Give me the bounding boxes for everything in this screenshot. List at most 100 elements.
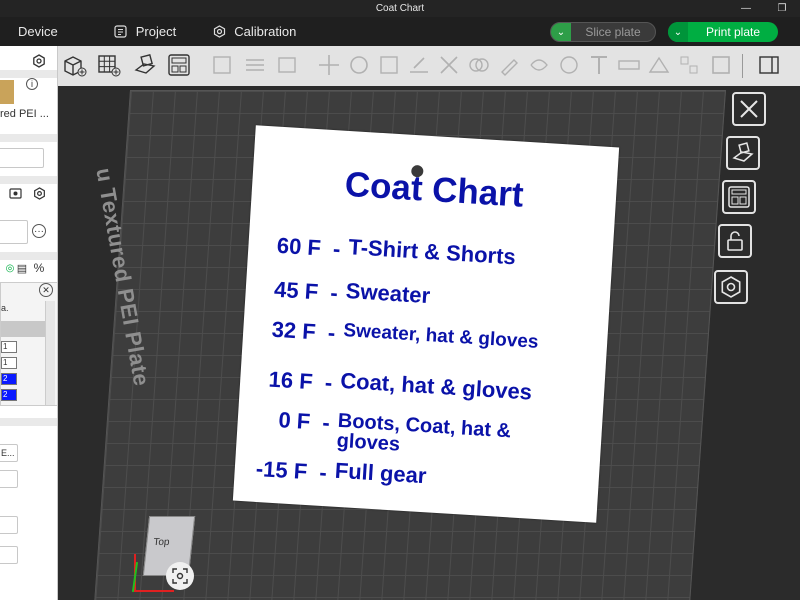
emboss-button[interactable] <box>644 50 674 80</box>
cut-button[interactable] <box>434 50 464 80</box>
filament-sync-icon[interactable] <box>8 186 22 200</box>
layers-icon <box>246 59 264 71</box>
slice-plate-label: Slice plate <box>585 25 641 39</box>
more-options-icon[interactable]: ··· <box>32 224 46 238</box>
filament-select-field[interactable] <box>0 220 28 244</box>
cut-icon <box>440 56 458 74</box>
object-list-icon[interactable]: ▤ <box>16 262 28 275</box>
close-icon[interactable]: ✕ <box>39 283 53 297</box>
window-title: Coat Chart <box>375 3 425 14</box>
process-field-2[interactable] <box>0 516 18 534</box>
fit-button[interactable] <box>706 50 736 80</box>
assembly-button[interactable] <box>674 50 704 80</box>
filament-table-header: a. <box>1 303 9 313</box>
slice-dropdown-chevron-icon[interactable]: ⌄ <box>551 23 571 41</box>
filament-table: ✕ a. 1 1 2 2 <box>0 282 57 406</box>
process-preset-field[interactable]: E... <box>0 444 18 462</box>
auto-orient-icon <box>732 142 754 162</box>
emboss-icon <box>648 56 670 73</box>
auto-orient-side-button[interactable] <box>726 136 760 170</box>
arrange-button[interactable] <box>164 50 194 80</box>
divider <box>0 70 57 78</box>
row-clothing: Boots, Coat, hat & gloves <box>336 409 512 456</box>
add-object-icon <box>64 56 87 77</box>
lock-button[interactable] <box>718 224 752 258</box>
lay-on-face-button[interactable] <box>404 50 434 80</box>
table-scrollbar[interactable] <box>45 301 55 405</box>
text-button[interactable] <box>584 50 614 80</box>
process-field-1[interactable] <box>0 470 18 488</box>
plate-type-text: red PEI ... <box>0 108 49 120</box>
nozzle-field[interactable] <box>0 148 44 168</box>
assembly-icon <box>680 56 698 74</box>
filament-settings-gear-icon[interactable] <box>32 186 46 200</box>
seam-button[interactable] <box>524 50 554 80</box>
settings-button[interactable] <box>714 270 748 304</box>
row-temperature: 60 F - <box>276 232 342 262</box>
delete-button[interactable] <box>732 92 766 126</box>
scale-icon <box>380 56 398 74</box>
measure-button[interactable] <box>614 50 644 80</box>
coat-chart-model[interactable]: Coat Chart 60 F - T-Shirt & Shorts 45 F … <box>232 125 620 523</box>
print-plate-label: Print plate <box>705 25 761 39</box>
text-icon <box>591 56 607 74</box>
info-icon[interactable]: i <box>26 78 38 90</box>
fit-icon <box>712 56 730 74</box>
move-button[interactable] <box>314 50 344 80</box>
lay-on-face-icon <box>410 57 428 73</box>
row-temperature: 32 F - <box>271 316 337 346</box>
filament-slot-1[interactable]: 1 <box>1 341 17 353</box>
recenter-view-button[interactable] <box>166 562 194 590</box>
object-toolbar <box>58 46 800 86</box>
restore-icon[interactable]: ❐ <box>764 0 800 17</box>
coat-row: 16 F - Coat, hat & gloves <box>240 365 605 413</box>
rotate-icon <box>350 56 368 74</box>
close-icon <box>740 100 758 118</box>
tab-device[interactable]: Device <box>2 17 58 46</box>
lock-icon <box>727 231 743 251</box>
arrange-icon <box>168 54 190 76</box>
plate-thumbnail <box>0 80 14 104</box>
print-plate-button[interactable]: ⌄ Print plate <box>668 22 778 42</box>
paint-icon <box>501 59 518 76</box>
print-dropdown-chevron-icon[interactable]: ⌄ <box>668 22 688 42</box>
boolean-button[interactable] <box>464 50 494 80</box>
project-label: Project <box>135 24 177 39</box>
coat-row: 45 F - Sweater <box>245 275 610 323</box>
scale-button[interactable] <box>374 50 404 80</box>
3d-viewport[interactable]: u Textured PEI Plate Coat Chart 60 F - T… <box>58 86 800 600</box>
support-paint-button[interactable] <box>494 50 524 80</box>
window-controls: — ❐ <box>728 0 800 17</box>
percent-icon[interactable]: % <box>32 261 46 275</box>
app-window: Coat Chart — ❐ Device Project Calibratio… <box>0 0 800 600</box>
stack-button[interactable] <box>272 50 302 80</box>
add-plate-button[interactable] <box>94 50 124 80</box>
process-field-3[interactable] <box>0 546 18 564</box>
color-paint-button[interactable] <box>554 50 584 80</box>
tab-project[interactable]: Project <box>114 17 176 46</box>
row-clothing: Sweater <box>345 278 431 309</box>
arrange-side-button[interactable] <box>722 180 756 214</box>
printer-settings-gear-icon[interactable] <box>30 52 48 70</box>
rotate-button[interactable] <box>344 50 374 80</box>
collapse-sidebar-button[interactable] <box>754 50 784 80</box>
project-icon <box>114 25 128 39</box>
tab-calibration[interactable]: Calibration <box>212 17 296 46</box>
layers-button[interactable] <box>240 50 270 80</box>
filament-slot-3[interactable]: 2 <box>1 373 17 385</box>
filament-slot-2[interactable]: 1 <box>1 357 17 369</box>
add-cube-button[interactable] <box>60 50 90 80</box>
measure-icon <box>618 60 640 70</box>
auto-orient-button[interactable] <box>130 50 160 80</box>
table-header-row <box>1 321 45 337</box>
add-plate-icon[interactable]: ◎ <box>4 262 16 274</box>
filament-slot-4[interactable]: 2 <box>1 389 17 401</box>
device-label: Device <box>18 24 58 39</box>
split-button[interactable] <box>208 50 238 80</box>
row-temperature: -15 F - <box>255 455 328 486</box>
slice-plate-button[interactable]: ⌄ Slice plate <box>550 22 656 42</box>
minimize-icon[interactable]: — <box>728 0 764 17</box>
stack-icon <box>278 57 296 73</box>
row-temperature: 0 F - <box>277 407 331 436</box>
divider <box>0 176 57 184</box>
